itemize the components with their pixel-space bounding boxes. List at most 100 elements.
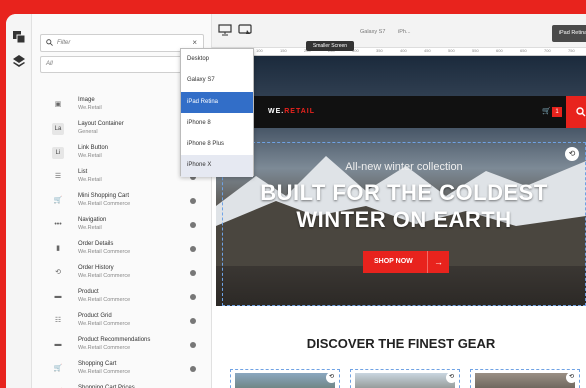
side-rail — [6, 14, 32, 388]
product-tile[interactable]: ⟲ — [230, 369, 340, 388]
component-group: We.Retail Commerce — [78, 345, 131, 351]
component-item[interactable]: 🛒 Mini Shopping Cart We.Retail Commerce — [32, 190, 212, 214]
history-icon[interactable]: ⟲ — [326, 372, 337, 383]
component-title: Image — [78, 97, 95, 103]
search-icon — [46, 39, 53, 46]
component-item[interactable]: ▬ Product We.Retail Commerce — [32, 286, 212, 310]
product-icon: ▬ — [54, 293, 62, 300]
page-canvas: WE.RETAIL 🛒 1 ⟲ All-new winter collectio… — [216, 56, 586, 388]
ruler-tick: 550 — [472, 48, 479, 53]
component-item[interactable]: ☷ Product Grid We.Retail Commerce — [32, 310, 212, 334]
component-group: We.Retail Commerce — [78, 201, 131, 207]
device-option[interactable]: iPhone X — [181, 155, 253, 177]
ruler-tick: 600 — [496, 48, 503, 53]
site-header: WE.RETAIL 🛒 1 — [246, 96, 586, 128]
device-label-galaxy[interactable]: Galaxy S7 — [360, 29, 385, 35]
component-title: Order History — [78, 265, 114, 271]
ruler-tick: 400 — [400, 48, 407, 53]
history-icon[interactable]: ⟲ — [565, 147, 579, 161]
device-option[interactable]: iPhone 8 Plus — [181, 134, 253, 155]
info-icon[interactable] — [190, 366, 196, 372]
component-group: We.Retail Commerce — [78, 297, 131, 303]
ruler-tick: 150 — [280, 48, 287, 53]
device-option[interactable]: Desktop — [181, 49, 253, 70]
device-desktop-icon[interactable] — [218, 24, 232, 36]
ruler-tick: 500 — [448, 48, 455, 53]
component-title: Product Grid — [78, 313, 112, 319]
hero-subtitle: All-new winter collection — [345, 161, 463, 173]
ruler-tick: 450 — [424, 48, 431, 53]
component-title: Shopping Cart — [78, 361, 117, 367]
shop-now-button[interactable]: SHOP NOW → — [363, 251, 449, 273]
component-group: We.Retail — [78, 225, 102, 231]
editor-window: Filter × All ▣ Image We.Retail La Layout Con… — [6, 14, 586, 388]
ruler-tick: 750 — [568, 48, 575, 53]
product-image — [475, 373, 575, 388]
cart-icon: 🛒 — [53, 197, 63, 204]
component-title: Link Button — [78, 145, 109, 151]
device-option[interactable]: iPad Retina — [181, 91, 253, 113]
more-icon: ••• — [54, 221, 62, 228]
hero-section: WE.RETAIL 🛒 1 ⟲ All-new winter collectio… — [216, 56, 586, 306]
image-icon: ▣ — [54, 101, 62, 108]
component-group: We.Retail Commerce — [78, 249, 131, 255]
component-item[interactable]: ⟲ Order History We.Retail Commerce — [32, 262, 212, 286]
product-image — [235, 373, 335, 388]
search-icon — [576, 107, 586, 117]
device-menu: Desktop Galaxy S7 iPad Retina iPhone 8 iPhon… — [180, 48, 254, 177]
info-icon[interactable] — [190, 222, 196, 228]
component-title: Mini Shopping Cart — [78, 193, 130, 199]
info-icon[interactable] — [190, 318, 196, 324]
component-browser-icon[interactable] — [12, 30, 26, 44]
layers-icon[interactable] — [12, 54, 26, 68]
list-icon: ☰ — [54, 173, 62, 180]
site-search-button[interactable] — [566, 96, 586, 128]
product-image — [355, 373, 455, 388]
layout-container-icon: La — [52, 123, 64, 135]
bag-icon: ▮ — [56, 245, 60, 252]
component-group: We.Retail — [78, 177, 102, 183]
component-item[interactable]: 🛒 Shopping Cart We.Retail Commerce — [32, 358, 212, 382]
history-icon: ⟲ — [55, 269, 61, 276]
ruler-tick: 100 — [256, 48, 263, 53]
component-item[interactable]: ▮ Order Details We.Retail Commerce — [32, 238, 212, 262]
link-button-icon: Li — [52, 147, 64, 159]
active-device-button[interactable]: iPad Retina — [552, 25, 586, 42]
info-icon[interactable] — [190, 246, 196, 252]
info-icon[interactable] — [190, 270, 196, 276]
info-icon[interactable] — [190, 294, 196, 300]
device-label-iphone[interactable]: iPh... — [398, 29, 411, 35]
component-item[interactable]: 🛒Shopping Cart Prices — [32, 382, 212, 388]
product-icon: ▬ — [54, 341, 62, 348]
info-icon[interactable] — [190, 198, 196, 204]
component-group: We.Retail — [78, 153, 102, 159]
component-item[interactable]: ▬ Product Recommendations We.Retail Commer… — [32, 334, 212, 358]
tooltip: Smaller Screen — [306, 41, 354, 51]
component-group: We.Retail — [78, 105, 102, 111]
product-tile[interactable]: ⟲ — [470, 369, 580, 388]
component-group: We.Retail Commerce — [78, 369, 131, 375]
hero-title: BUILT FOR THE COLDEST WINTER ON EARTH — [260, 180, 548, 232]
device-rotate-icon[interactable] — [238, 24, 252, 36]
component-title: Product Recommendations — [78, 337, 151, 343]
emulator-toolbar: Galaxy S7 iPh... iPad Retina — [212, 14, 586, 48]
history-icon[interactable]: ⟲ — [446, 372, 457, 383]
history-icon[interactable]: ⟲ — [566, 372, 577, 383]
component-group: We.Retail Commerce — [78, 273, 131, 279]
component-title: Navigation — [78, 217, 107, 223]
site-logo[interactable]: WE.RETAIL — [268, 108, 315, 115]
info-icon[interactable] — [190, 342, 196, 348]
product-tile[interactable]: ⟲ — [350, 369, 460, 388]
component-group: General — [78, 129, 98, 135]
device-option[interactable]: Galaxy S7 — [181, 70, 253, 91]
hero-component[interactable]: ⟲ All-new winter collection BUILT FOR TH… — [222, 142, 586, 306]
ruler-tick: 650 — [520, 48, 527, 53]
filter-placeholder: Filter — [57, 40, 71, 46]
ruler-tick: 700 — [544, 48, 551, 53]
component-title: List — [78, 169, 88, 175]
component-item[interactable]: ••• Navigation We.Retail — [32, 214, 212, 238]
grid-list-icon: ☷ — [54, 317, 62, 324]
ruler-tick: 350 — [376, 48, 383, 53]
component-title: Order Details — [78, 241, 114, 247]
device-option[interactable]: iPhone 8 — [181, 113, 253, 134]
